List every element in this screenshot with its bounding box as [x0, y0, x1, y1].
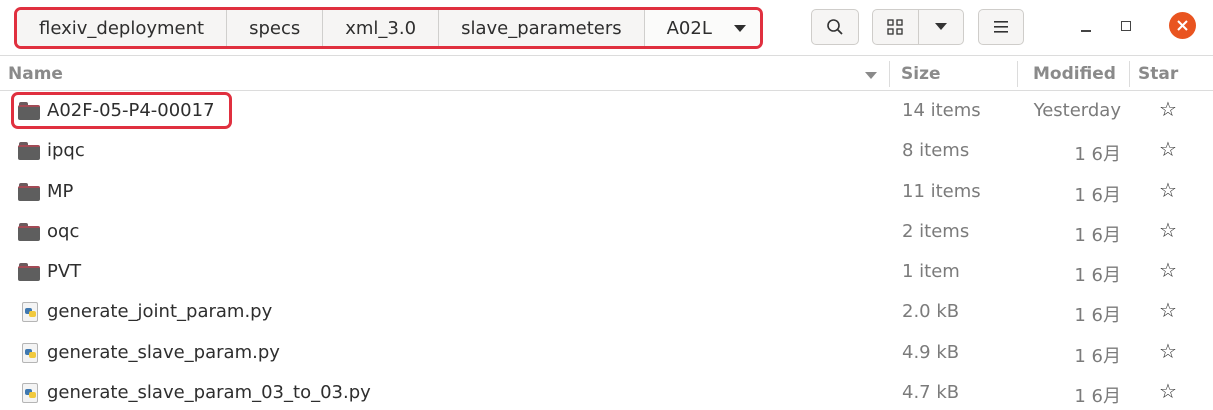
file-name: generate_joint_param.py — [47, 301, 273, 323]
column-divider[interactable] — [1017, 61, 1018, 87]
breadcrumb-item-current[interactable]: A02L — [644, 10, 760, 46]
chevron-down-icon — [934, 23, 947, 30]
file-size: 4.9 kB — [902, 341, 960, 363]
file-size: 11 items — [902, 180, 981, 202]
breadcrumb: flexiv_deployment specs xml_3.0 slave_pa… — [14, 7, 763, 49]
folder-icon — [18, 222, 40, 241]
list-item[interactable]: A02F-05-P4-00017 14 items Yesterday ☆ — [0, 91, 1213, 131]
breadcrumb-item-flexiv-deployment[interactable]: flexiv_deployment — [17, 10, 228, 46]
list-item[interactable]: PVT 1 item 1 6月 ☆ — [0, 252, 1213, 292]
header-bar: flexiv_deployment specs xml_3.0 slave_pa… — [0, 0, 1213, 56]
maximize-button[interactable] — [1115, 15, 1137, 37]
file-name: PVT — [47, 261, 82, 283]
breadcrumb-label: xml_3.0 — [345, 17, 417, 39]
star-icon[interactable]: ☆ — [1159, 137, 1177, 161]
file-modified: 1 6月 — [1074, 265, 1121, 287]
hamburger-menu-icon — [994, 21, 1008, 33]
breadcrumb-label: slave_parameters — [461, 17, 622, 39]
column-header-row: Name Size Modified Star — [0, 57, 1213, 91]
python-file-icon — [22, 302, 38, 323]
file-name: generate_slave_param.py — [47, 341, 280, 363]
maximize-icon — [1121, 21, 1131, 31]
chevron-down-icon — [733, 24, 746, 32]
file-size: 2 items — [902, 220, 970, 242]
file-modified: 1 6月 — [1074, 184, 1121, 206]
column-header-name[interactable]: Name — [8, 64, 63, 84]
breadcrumb-label: specs — [249, 17, 301, 39]
list-item[interactable]: generate_slave_param.py 4.9 kB 1 6月 ☆ — [0, 333, 1213, 373]
file-size: 1 item — [902, 261, 960, 283]
file-modified: 1 6月 — [1074, 345, 1121, 367]
folder-icon — [18, 142, 40, 161]
file-modified: Yesterday — [1033, 100, 1121, 121]
star-icon[interactable]: ☆ — [1159, 218, 1177, 242]
file-size: 2.0 kB — [902, 301, 960, 323]
breadcrumb-label: flexiv_deployment — [39, 17, 205, 39]
file-modified: 1 6月 — [1074, 224, 1121, 246]
star-icon[interactable]: ☆ — [1159, 379, 1177, 403]
breadcrumb-label: A02L — [666, 17, 712, 39]
file-modified: 1 6月 — [1074, 386, 1121, 408]
list-item[interactable]: oqc 2 items 1 6月 ☆ — [0, 212, 1213, 252]
minimize-button[interactable] — [1075, 15, 1097, 37]
star-icon[interactable]: ☆ — [1159, 298, 1177, 322]
star-icon[interactable]: ☆ — [1159, 339, 1177, 363]
list-item[interactable]: generate_joint_param.py 2.0 kB 1 6月 ☆ — [0, 292, 1213, 332]
file-size: 14 items — [902, 100, 981, 121]
folder-icon — [18, 182, 40, 201]
list-item[interactable]: MP 11 items 1 6月 ☆ — [0, 172, 1213, 212]
sort-descending-icon[interactable] — [865, 72, 877, 79]
list-item[interactable]: generate_slave_param_03_to_03.py 4.7 kB … — [0, 373, 1213, 410]
minimize-icon — [1081, 30, 1091, 32]
star-icon[interactable]: ☆ — [1159, 97, 1177, 121]
view-options-button[interactable] — [919, 10, 964, 44]
close-button[interactable] — [1169, 12, 1196, 39]
column-divider[interactable] — [1129, 61, 1130, 87]
grid-view-icon — [887, 19, 903, 35]
file-list: A02F-05-P4-00017 14 items Yesterday ☆ ip… — [0, 91, 1213, 410]
list-item[interactable]: ipqc 8 items 1 6月 ☆ — [0, 131, 1213, 171]
file-name: oqc — [47, 220, 80, 242]
folder-icon — [18, 263, 40, 282]
file-name: MP — [47, 180, 74, 202]
breadcrumb-item-slave-parameters[interactable]: slave_parameters — [439, 10, 645, 46]
folder-icon — [18, 102, 40, 120]
breadcrumb-item-specs[interactable]: specs — [227, 10, 324, 46]
star-icon[interactable]: ☆ — [1159, 258, 1177, 282]
grid-view-button[interactable] — [873, 10, 919, 44]
file-size: 8 items — [902, 140, 970, 162]
file-name: generate_slave_param_03_to_03.py — [47, 382, 371, 404]
close-icon — [1177, 20, 1188, 31]
search-button[interactable] — [811, 9, 859, 45]
menu-button[interactable] — [978, 9, 1024, 45]
column-divider[interactable] — [889, 61, 890, 87]
breadcrumb-item-xml-3-0[interactable]: xml_3.0 — [323, 10, 440, 46]
star-icon[interactable]: ☆ — [1159, 178, 1177, 202]
python-file-icon — [22, 342, 38, 363]
file-modified: 1 6月 — [1074, 305, 1121, 327]
file-modified: 1 6月 — [1074, 144, 1121, 166]
column-header-modified[interactable]: Modified — [1033, 64, 1116, 84]
search-icon — [827, 19, 843, 35]
file-name: A02F-05-P4-00017 — [47, 100, 215, 121]
view-toggle-group — [872, 9, 964, 45]
file-name: ipqc — [47, 140, 85, 162]
column-header-size[interactable]: Size — [901, 64, 941, 84]
python-file-icon — [22, 383, 38, 404]
file-size: 4.7 kB — [902, 382, 960, 404]
column-header-star[interactable]: Star — [1138, 64, 1178, 84]
